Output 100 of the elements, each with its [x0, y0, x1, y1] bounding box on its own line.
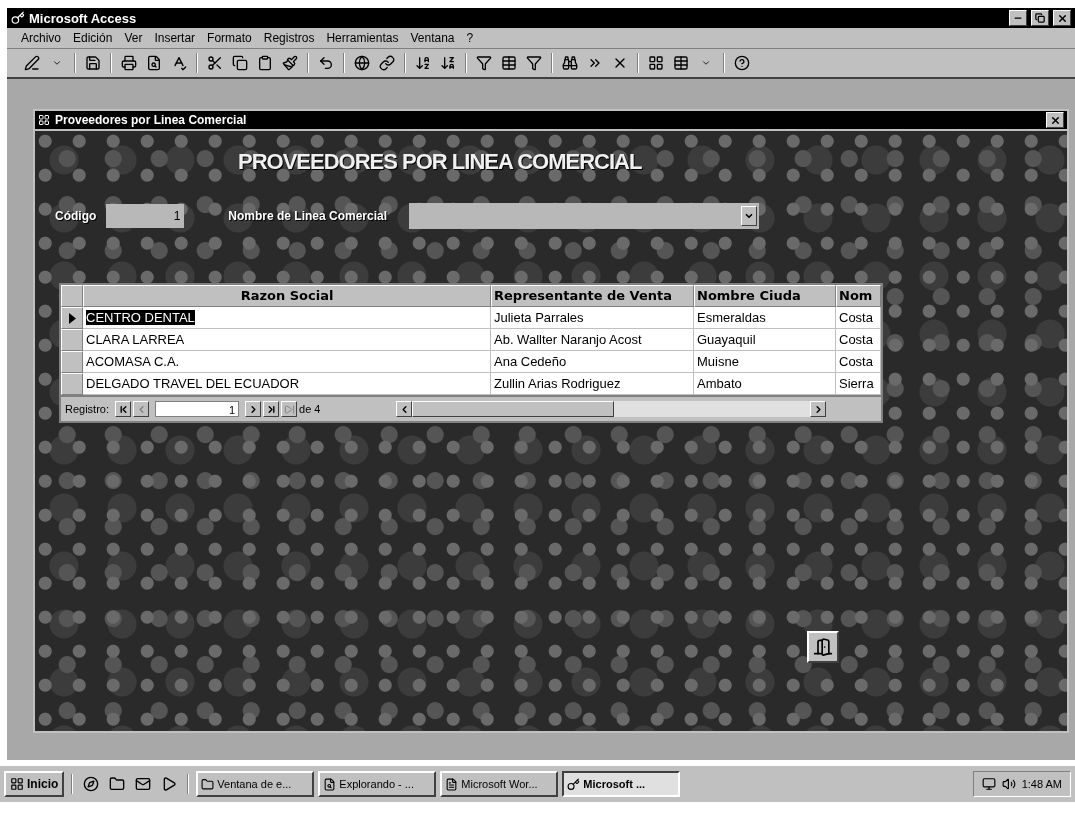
taskbar-button[interactable]: Microsoft ... — [562, 771, 681, 797]
menu-item[interactable]: Herramientas — [326, 31, 399, 45]
scroll-right-button[interactable] — [810, 401, 827, 417]
browser-icon — [83, 776, 100, 792]
table-cell: DELGADO TRAVEL DEL ECUADOR — [83, 373, 491, 395]
field-label: Código — [55, 209, 97, 223]
first-record-button[interactable] — [115, 401, 132, 417]
record-count: de 4 — [299, 403, 321, 415]
scroll-thumb[interactable] — [412, 401, 615, 417]
brush-icon — [282, 55, 298, 71]
menu-item[interactable]: Registros — [263, 31, 315, 45]
table-cell: Guayaquil — [694, 329, 836, 351]
scroll-left-button[interactable] — [396, 401, 413, 417]
form-title: Proveedores por Linea Comercial — [55, 113, 248, 127]
mail-icon — [135, 776, 152, 792]
taskbar-button[interactable]: Explorando - ... — [318, 771, 437, 797]
folder-icon — [201, 777, 215, 791]
menu-item[interactable]: Archivo — [21, 31, 61, 45]
menu-item[interactable]: Formato — [207, 31, 252, 45]
table-cell: Sierra — [836, 373, 881, 395]
menu-item[interactable]: ? — [466, 31, 474, 45]
app-icon — [11, 11, 25, 25]
key-icon — [567, 777, 581, 791]
sort-ascending-icon — [415, 55, 431, 71]
form-icon — [38, 114, 50, 126]
menu-item[interactable]: Insertar — [154, 31, 196, 45]
filter-icon — [476, 55, 492, 71]
table-cell: CENTRO DENTAL — [83, 307, 491, 329]
save-icon — [85, 55, 101, 71]
dropdown-icon — [744, 211, 755, 221]
new-record-icon — [283, 403, 295, 415]
binoculars-icon — [562, 55, 578, 71]
code-field[interactable]: 1 — [106, 204, 185, 228]
table-cell: Ana Cedeño — [491, 351, 694, 373]
print-icon — [121, 55, 137, 71]
table-cell: ACOMASA C.A. — [83, 351, 491, 373]
close-button[interactable] — [1053, 10, 1071, 26]
previous-record-button[interactable] — [133, 401, 150, 417]
horizontal-scrollbar[interactable] — [396, 401, 827, 417]
filter-form-icon — [501, 55, 517, 71]
menu-item[interactable]: Edición — [73, 31, 113, 45]
table-cell: Costa — [836, 351, 881, 373]
table-cell: Julieta Parrales — [491, 307, 694, 329]
close-button[interactable] — [1046, 112, 1064, 128]
design-icon — [24, 55, 40, 71]
window-title: Microsoft Access — [29, 10, 138, 26]
current-record-icon — [68, 312, 76, 324]
column-header[interactable]: Representante de Venta — [491, 285, 694, 307]
taskbar-button[interactable]: Ventana de e... — [196, 771, 315, 797]
explorer-icon — [323, 777, 337, 791]
record-selector[interactable] — [61, 307, 83, 329]
column-header[interactable]: Nombre Ciuda — [694, 285, 836, 307]
monitor-icon — [981, 777, 996, 791]
cut-icon — [207, 55, 223, 71]
globe-icon — [354, 55, 370, 71]
menu-item[interactable]: Ver — [124, 31, 143, 45]
door-icon — [813, 637, 833, 657]
column-header[interactable]: Nom — [836, 285, 881, 307]
table-cell: Ambato — [694, 373, 836, 395]
volume-icon — [1001, 777, 1016, 791]
new-record-button[interactable] — [281, 401, 298, 417]
spelling-icon — [171, 55, 187, 71]
exit-button[interactable] — [807, 631, 839, 663]
undo-icon — [318, 55, 334, 71]
close-icon — [1049, 114, 1061, 126]
table-cell: Ab. Wallter Naranjo Acost — [491, 329, 694, 351]
table-cell: Costa — [836, 307, 881, 329]
dropdown-icon — [701, 58, 711, 68]
copy-icon — [232, 55, 248, 71]
select-all-button[interactable] — [61, 285, 83, 307]
taskbar-button[interactable]: Microsoft Wor... — [440, 771, 559, 797]
media-icon — [161, 776, 178, 792]
record-number-field[interactable]: 1 — [155, 401, 240, 417]
help-icon — [734, 55, 750, 71]
column-header[interactable]: Razon Social — [83, 285, 491, 307]
windows-icon — [10, 777, 24, 791]
menu-item[interactable]: Ventana — [410, 31, 455, 45]
window-icon — [648, 55, 664, 71]
table-cell: Muisne — [694, 351, 836, 373]
document-icon — [445, 777, 459, 791]
field-label: Nombre de Linea Comercial — [228, 209, 388, 223]
minimize-button[interactable] — [1009, 10, 1027, 26]
navigator-label: Registro: — [65, 403, 110, 415]
next-record-button[interactable] — [245, 401, 262, 417]
table-cell: Zullin Arias Rodriguez — [491, 373, 694, 395]
paste-icon — [257, 55, 273, 71]
start-button[interactable]: Inicio — [4, 771, 65, 797]
form-heading: PROVEEDORES POR LINEA COMERCIAL — [238, 149, 642, 176]
restore-icon — [1035, 13, 1045, 23]
funnel-icon — [526, 55, 542, 71]
dropdown-icon — [52, 58, 62, 68]
table-cell: Esmeraldas — [694, 307, 836, 329]
folder-icon — [109, 776, 126, 792]
sort-descending-icon — [440, 55, 456, 71]
dropdown-button[interactable] — [741, 206, 758, 226]
table-icon — [673, 55, 689, 71]
table-cell: Costa — [836, 329, 881, 351]
restore-button[interactable] — [1031, 10, 1049, 26]
last-record-button[interactable] — [263, 401, 280, 417]
print-preview-icon — [146, 55, 162, 71]
